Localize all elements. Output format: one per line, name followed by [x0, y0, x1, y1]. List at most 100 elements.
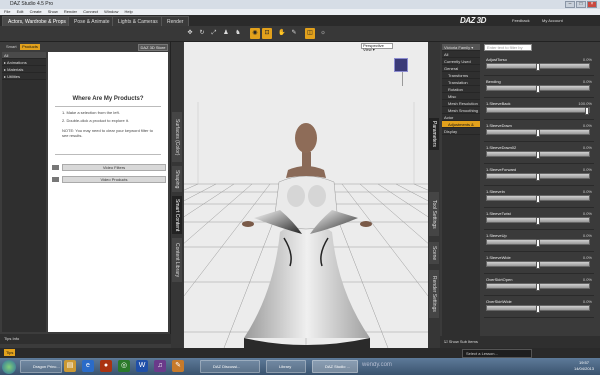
- camera-icon[interactable]: ✎: [289, 28, 299, 39]
- video-products-button[interactable]: Video Products: [62, 176, 166, 183]
- menu-connect[interactable]: Connect: [83, 9, 98, 14]
- slider-track[interactable]: [486, 305, 590, 313]
- tab-tool-settings[interactable]: Tool Settings: [429, 192, 439, 236]
- menu-window[interactable]: Window: [104, 9, 118, 14]
- tab-actors-wardrobe-props[interactable]: Actors, Wardrobe & Props: [2, 16, 72, 26]
- tree-item[interactable]: Translation: [442, 79, 480, 86]
- slider-thumb[interactable]: [584, 107, 589, 115]
- parameter-slider[interactable]: Bending 0.0%: [484, 76, 594, 98]
- my-account-link[interactable]: My Account: [542, 18, 563, 23]
- feedback-link[interactable]: Feedback: [512, 18, 530, 23]
- slider-track[interactable]: [486, 151, 590, 159]
- slider-thumb[interactable]: [535, 261, 540, 269]
- menu-create[interactable]: Create: [30, 9, 42, 14]
- slider-track[interactable]: [486, 173, 590, 181]
- taskbar-item[interactable]: DAZ Discussi...: [200, 360, 260, 373]
- minimize-button[interactable]: –: [565, 1, 575, 8]
- view-cube[interactable]: [394, 58, 408, 72]
- menu-file[interactable]: File: [4, 9, 10, 14]
- slider-value[interactable]: 0.0%: [583, 167, 592, 172]
- slider-thumb[interactable]: [535, 305, 540, 313]
- node-icon[interactable]: ◉: [250, 28, 260, 39]
- slider-thumb[interactable]: [535, 239, 540, 247]
- slider-track[interactable]: [486, 239, 590, 247]
- slider-thumb[interactable]: [535, 283, 540, 291]
- tab-render-settings[interactable]: Render Settings: [429, 270, 439, 318]
- paint-icon[interactable]: ✎: [172, 360, 184, 372]
- tree-item[interactable]: Actor: [442, 114, 480, 121]
- spot-icon[interactable]: ☼: [318, 28, 328, 39]
- tab-surfaces[interactable]: Surfaces (Color): [172, 112, 182, 162]
- parameter-slider[interactable]: 1.SleeveDown 0.0%: [484, 120, 594, 142]
- figure-icon[interactable]: ♞: [233, 28, 243, 39]
- tree-item[interactable]: Rotation: [442, 86, 480, 93]
- tab-scene[interactable]: Scene: [429, 242, 439, 264]
- tab-products[interactable]: Products: [20, 44, 40, 50]
- show-sub-items-checkbox[interactable]: ☑ Show Sub Items: [440, 336, 600, 348]
- tree-item[interactable]: Currently Used: [442, 58, 480, 65]
- parameter-slider[interactable]: 1.SleeveForward 0.0%: [484, 164, 594, 186]
- filter-input[interactable]: Enter text to filter by: [484, 44, 532, 51]
- move-icon[interactable]: ✥: [185, 28, 195, 39]
- parameter-slider[interactable]: 1.SleeveWide 0.0%: [484, 252, 594, 274]
- slider-value[interactable]: 0.0%: [583, 233, 592, 238]
- tab-parameters[interactable]: Parameters: [429, 118, 439, 150]
- parameter-slider[interactable]: OverSkirtOpen 0.0%: [484, 274, 594, 296]
- slider-value[interactable]: 0.0%: [583, 79, 592, 84]
- slider-thumb[interactable]: [535, 173, 540, 181]
- tree-item[interactable]: All: [442, 51, 480, 58]
- slider-thumb[interactable]: [535, 63, 540, 71]
- node-select[interactable]: Victoria Family ▾: [442, 44, 480, 51]
- category-item[interactable]: All: [2, 52, 46, 59]
- slider-track[interactable]: [486, 85, 590, 93]
- tab-render[interactable]: Render: [161, 16, 190, 26]
- slider-value[interactable]: 0.0%: [583, 299, 592, 304]
- category-item[interactable]: ▸ Utilities: [2, 73, 46, 80]
- tab-smart-content[interactable]: Smart Content: [172, 196, 182, 234]
- slider-value[interactable]: 100.0%: [578, 101, 592, 106]
- parameter-slider[interactable]: AdjustTorso 0.0%: [484, 54, 594, 76]
- daz-store-button[interactable]: DAZ 3D Store: [138, 44, 168, 51]
- video-filters-button[interactable]: Video Filters: [62, 164, 166, 171]
- rotate-icon[interactable]: ↻: [197, 28, 207, 39]
- slider-track[interactable]: [486, 217, 590, 225]
- tab-shaping[interactable]: Shaping: [172, 166, 182, 192]
- maximize-button[interactable]: □: [576, 1, 586, 8]
- tree-item-selected[interactable]: Adjustments & Mo...: [442, 121, 480, 134]
- tips-button[interactable]: Tips: [4, 349, 16, 356]
- tab-pose-animate[interactable]: Pose & Animate: [68, 16, 116, 26]
- tree-item[interactable]: Transforms: [442, 72, 480, 79]
- tab-content-library[interactable]: Content Library: [172, 238, 182, 282]
- slider-thumb[interactable]: [535, 217, 540, 225]
- start-button[interactable]: [2, 360, 16, 374]
- parameter-slider[interactable]: 1.SleeveBack 100.0%: [484, 98, 594, 120]
- tab-smart[interactable]: Smart: [4, 44, 19, 50]
- slider-thumb[interactable]: [535, 195, 540, 203]
- tree-item[interactable]: Misc: [442, 93, 480, 100]
- slider-thumb[interactable]: [535, 151, 540, 159]
- tree-item[interactable]: General: [442, 65, 480, 72]
- render-icon[interactable]: ✋: [277, 28, 287, 39]
- slider-value[interactable]: 0.0%: [583, 277, 592, 282]
- slider-track[interactable]: [486, 283, 590, 291]
- media-icon[interactable]: ♫: [154, 360, 166, 372]
- slider-track[interactable]: [486, 63, 590, 71]
- explorer-icon[interactable]: ▤: [64, 360, 76, 372]
- firefox-icon[interactable]: ●: [100, 360, 112, 372]
- category-item[interactable]: ▸ Animations: [2, 59, 46, 66]
- parameter-slider[interactable]: OverSkirtWide 0.0%: [484, 296, 594, 318]
- taskbar-item-active[interactable]: DAZ Studio ...: [312, 360, 358, 373]
- menu-edit[interactable]: Edit: [17, 9, 24, 14]
- word-icon[interactable]: W: [136, 360, 148, 372]
- slider-value[interactable]: 0.0%: [583, 145, 592, 150]
- tree-item[interactable]: Mesh Smoothing: [442, 107, 480, 114]
- slider-track[interactable]: [486, 261, 590, 269]
- slider-value[interactable]: 0.0%: [583, 255, 592, 260]
- slider-thumb[interactable]: [535, 129, 540, 137]
- view-icon[interactable]: ⊡: [262, 28, 272, 39]
- tab-lights-cameras[interactable]: Lights & Cameras: [112, 16, 164, 26]
- parameter-slider[interactable]: 1.SleeveDown02 0.0%: [484, 142, 594, 164]
- menu-render[interactable]: Render: [64, 9, 77, 14]
- left-panel-footer[interactable]: Tips Info: [0, 334, 171, 344]
- parameter-slider[interactable]: 1.SleeveTwist 0.0%: [484, 208, 594, 230]
